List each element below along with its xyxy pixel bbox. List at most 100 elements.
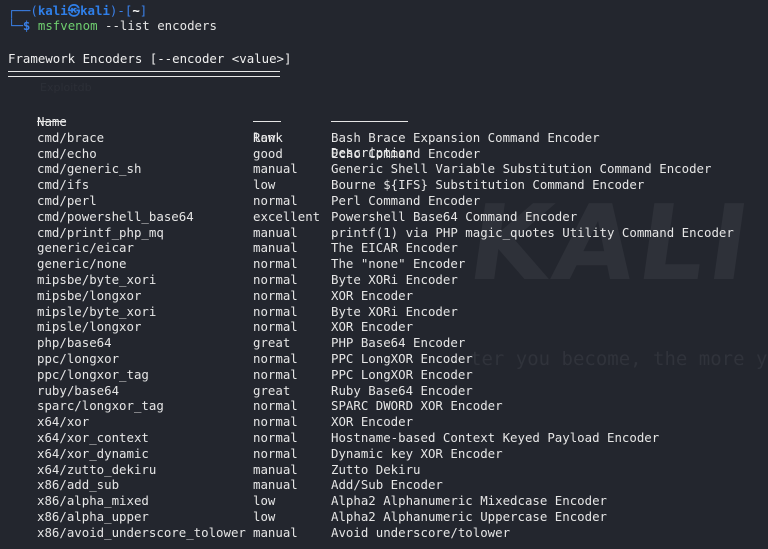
section-title-double-rule xyxy=(8,71,280,77)
section-title: Framework Encoders [--encoder <value>] xyxy=(8,51,292,66)
table-row: x86/add_sub manual Add/Sub Encoder xyxy=(37,477,443,493)
underline-description xyxy=(331,120,408,122)
encoder-description: PPC LongXOR Encoder xyxy=(331,350,473,366)
table-row: cmd/brace low Bash Brace Expansion Command… xyxy=(37,130,600,146)
encoder-description: XOR Encoder xyxy=(331,319,414,335)
encoder-rank: normal xyxy=(253,287,298,303)
encoder-rank: normal xyxy=(253,350,298,366)
table-row: cmd/generic_sh manual Generic Shell Variab… xyxy=(37,161,711,177)
encoder-name: cmd/echo xyxy=(37,145,97,161)
encoder-name: sparc/longxor_tag xyxy=(37,398,164,414)
encoder-description: XOR Encoder xyxy=(331,414,414,430)
prompt-mid: )-[ xyxy=(109,3,133,18)
table-row: sparc/longxor_tag normal SPARC DWORD XOR E… xyxy=(37,398,503,414)
encoder-name: cmd/powershell_base64 xyxy=(37,208,194,224)
prompt-end: ] xyxy=(139,3,148,18)
kali-watermark-tagline: ter you become, the more y xyxy=(470,348,768,370)
table-row: ruby/base64 great Ruby Base64 Encoder xyxy=(37,383,473,399)
encoder-description: Alpha2 Alphanumeric Uppercase Encoder xyxy=(331,508,608,524)
encoder-name: ppc/longxor xyxy=(37,350,120,366)
table-row: generic/none normal The "none" Encoder xyxy=(37,256,465,272)
table-row: x86/avoid_underscore_tolower manual Avoid … xyxy=(37,525,510,541)
prompt-user: kali xyxy=(37,3,68,18)
encoder-name: mipsbe/longxor xyxy=(37,287,142,303)
encoder-rank: low xyxy=(253,177,276,193)
encoder-rank: normal xyxy=(253,366,298,382)
encoder-description: printf(1) via PHP magic_quotes Utility C… xyxy=(331,224,734,240)
encoder-name: x64/xor_context xyxy=(37,429,149,445)
table-row: x64/xor_dynamic normal Dynamic key XOR Enc… xyxy=(37,446,503,462)
encoder-rank: manual xyxy=(253,161,298,177)
encoder-name: cmd/brace xyxy=(37,129,105,145)
encoder-rank: low xyxy=(253,129,276,145)
encoder-name: generic/eicar xyxy=(37,240,134,256)
table-row: cmd/printf_php_mq manual printf(1) via PHP… xyxy=(37,225,734,241)
encoder-description: The EICAR Encoder xyxy=(331,240,458,256)
encoder-description: Powershell Base64 Command Encoder xyxy=(331,208,578,224)
encoder-name: mipsle/byte_xori xyxy=(37,303,157,319)
encoder-description: Byte XORi Encoder xyxy=(331,303,458,319)
encoder-rank: low xyxy=(253,493,276,509)
encoder-name: generic/none xyxy=(37,256,127,272)
encoder-rank: normal xyxy=(253,271,298,287)
encoder-rank: normal xyxy=(253,398,298,414)
encoder-description: Alpha2 Alphanumeric Mixedcase Encoder xyxy=(331,493,608,509)
encoder-name: mipsle/longxor xyxy=(37,319,142,335)
encoder-description: Avoid underscore/tolower xyxy=(331,524,511,540)
encoder-rank: manual xyxy=(253,461,298,477)
prompt-directory: ~ xyxy=(132,3,140,18)
table-row: mipsbe/longxor normal XOR Encoder xyxy=(37,288,413,304)
encoder-name: x86/add_sub xyxy=(37,477,120,493)
encoder-name: cmd/perl xyxy=(37,192,97,208)
table-row: mipsbe/byte_xori normal Byte XORi Encoder xyxy=(37,272,458,288)
encoder-rank: good xyxy=(253,145,283,161)
table-row: cmd/ifs low Bourne ${IFS} Substitution Com… xyxy=(37,177,644,193)
encoder-rank: low xyxy=(253,508,276,524)
table-row: mipsle/byte_xori normal Byte XORi Encoder xyxy=(37,304,458,320)
encoder-rank: manual xyxy=(253,240,298,256)
encoder-name: cmd/ifs xyxy=(37,177,90,193)
encoder-rank: normal xyxy=(253,429,298,445)
prompt-dollar: $ xyxy=(22,18,31,33)
encoder-description: PPC LongXOR Encoder xyxy=(331,366,473,382)
encoder-name: cmd/printf_php_mq xyxy=(37,224,164,240)
encoder-rank: manual xyxy=(253,477,298,493)
table-row: x64/zutto_dekiru manual Zutto Dekiru xyxy=(37,462,421,478)
table-row: ppc/longxor_tag normal PPC LongXOR Encoder xyxy=(37,367,473,383)
table-row: ppc/longxor normal PPC LongXOR Encoder xyxy=(37,351,473,367)
encoder-rank: normal xyxy=(253,256,298,272)
encoder-rank: great xyxy=(253,382,291,398)
encoder-description: Zutto Dekiru xyxy=(331,461,421,477)
encoder-name: x64/xor xyxy=(37,414,90,430)
background-small-text: Exploitdb xyxy=(40,81,92,94)
encoder-rank: normal xyxy=(253,414,298,430)
encoder-description: Dynamic key XOR Encoder xyxy=(331,445,503,461)
encoder-name: cmd/generic_sh xyxy=(37,161,142,177)
encoder-name: ruby/base64 xyxy=(37,382,120,398)
table-body: cmd/brace low Bash Brace Expansion Command… xyxy=(37,130,734,541)
prompt-corner-top: ┌──( xyxy=(8,3,38,18)
encoder-rank: normal xyxy=(253,192,298,208)
encoder-rank: normal xyxy=(253,303,298,319)
encoder-description: The "none" Encoder xyxy=(331,256,466,272)
terminal-window[interactable]: KALI LI ter you become, the more y Explo… xyxy=(0,0,768,549)
encoder-rank: manual xyxy=(253,224,298,240)
table-header-row: Name Rank Description xyxy=(37,98,413,161)
encoder-description: Hostname-based Context Keyed Payload Enc… xyxy=(331,429,660,445)
prompt-at-symbol: ㉿ xyxy=(67,3,81,18)
table-row: php/base64 great PHP Base64 Encoder xyxy=(37,335,465,351)
encoder-name: x86/avoid_underscore_tolower xyxy=(37,524,246,540)
table-row: mipsle/longxor normal XOR Encoder xyxy=(37,319,413,335)
table-row: x86/alpha_upper low Alpha2 Alphanumeric Up… xyxy=(37,509,607,525)
encoder-rank: manual xyxy=(253,524,298,540)
encoder-rank: normal xyxy=(253,445,298,461)
encoder-description: XOR Encoder xyxy=(331,287,414,303)
encoder-description: Perl Command Encoder xyxy=(331,192,481,208)
table-row: cmd/perl normal Perl Command Encoder xyxy=(37,192,480,209)
table-header-underline xyxy=(37,114,408,130)
prompt-corner-bottom: └─ xyxy=(8,18,23,33)
table-row: generic/eicar manual The EICAR Encoder xyxy=(37,240,458,256)
encoder-name: x86/alpha_upper xyxy=(37,508,149,524)
encoder-description: Byte XORi Encoder xyxy=(331,271,458,287)
encoder-description: Add/Sub Encoder xyxy=(331,477,443,493)
